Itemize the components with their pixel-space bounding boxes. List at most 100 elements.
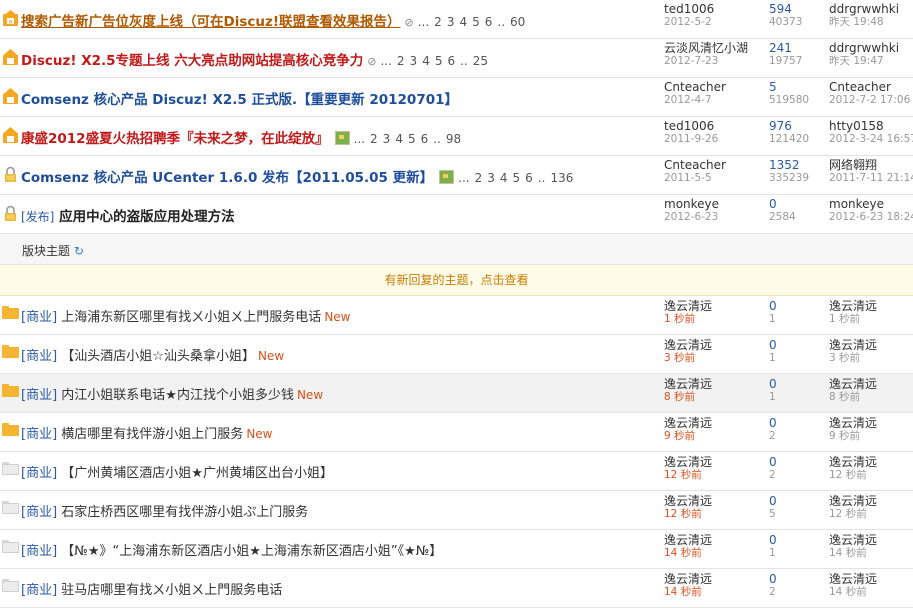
reply-count[interactable]: 594 (769, 3, 802, 16)
last-poster[interactable]: ddrgrwwhki (829, 3, 899, 16)
last-poster[interactable]: 逸云清远 (829, 300, 877, 313)
new-replies-notice[interactable]: 有新回复的主题，点击查看 (0, 265, 913, 296)
page-link[interactable]: 6 (525, 171, 533, 185)
thread-title-link[interactable]: 上海浦东新区哪里有找ㄨ小姐ㄨ上門服务电话 (61, 310, 321, 325)
author-name[interactable]: 云淡风清忆小湖 (664, 42, 748, 55)
thread-type-link[interactable]: [商业] (21, 505, 57, 520)
last-poster[interactable]: 逸云清远 (829, 573, 877, 586)
author-name[interactable]: 逸云清远 (664, 378, 712, 391)
last-post-time[interactable]: 2011-7-11 21:14 (829, 172, 913, 185)
refresh-icon[interactable]: ↻ (74, 244, 84, 258)
last-post-time[interactable]: 9 秒前 (829, 430, 877, 443)
last-poster[interactable]: 逸云清远 (829, 534, 877, 547)
page-link[interactable]: 3 (447, 15, 455, 29)
page-link[interactable]: 4 (500, 171, 508, 185)
last-poster[interactable]: htty0158 (829, 120, 913, 133)
last-poster[interactable]: Cnteacher (829, 81, 910, 94)
thread-title-link[interactable]: 内江小姐联系电话★内江找个小姐多少钱 (61, 388, 294, 403)
reply-count[interactable]: 0 (769, 495, 777, 508)
page-link[interactable]: 2 (397, 54, 405, 68)
page-link[interactable]: 6 (485, 15, 493, 29)
page-link[interactable]: 3 (410, 54, 418, 68)
author-name[interactable]: ted1006 (664, 3, 714, 16)
author-name[interactable]: ted1006 (664, 120, 718, 133)
thread-title-link[interactable]: Comsenz 核心产品 Discuz! X2.5 正式版.【重要更新 2012… (21, 92, 458, 108)
last-post-time[interactable]: 2012-7-2 17:06 (829, 94, 910, 107)
reply-count[interactable]: 0 (769, 534, 777, 547)
last-post-time[interactable]: 12 秒前 (829, 508, 877, 521)
thread-type-link[interactable]: [商业] (21, 349, 57, 364)
last-poster[interactable]: 逸云清远 (829, 417, 877, 430)
thread-title-link[interactable]: 【汕头酒店小姐☆汕头桑拿小姐】 (61, 349, 255, 364)
author-name[interactable]: Cnteacher (664, 159, 726, 172)
reply-count[interactable]: 0 (769, 300, 777, 313)
thread-type-link[interactable]: [商业] (21, 310, 57, 325)
last-poster[interactable]: 网络翱翔 (829, 159, 913, 172)
page-link[interactable]: 4 (459, 15, 467, 29)
thread-type-link[interactable]: [商业] (21, 583, 57, 598)
thread-title-link[interactable]: 【广州黄埔区酒店小姐★广州黄埔区出台小姐】 (61, 466, 333, 481)
thread-type-link[interactable]: [商业] (21, 388, 57, 403)
thread-title-link[interactable]: 石家庄桥西区哪里有找伴游小姐ぷ上门服务 (61, 505, 308, 520)
page-link[interactable]: 3 (487, 171, 495, 185)
last-post-time[interactable]: 3 秒前 (829, 352, 877, 365)
page-link[interactable]: 136 (550, 171, 573, 185)
last-post-time[interactable]: 14 秒前 (829, 547, 877, 560)
last-poster[interactable]: 逸云清远 (829, 378, 877, 391)
author-name[interactable]: 逸云清远 (664, 300, 712, 313)
page-link[interactable]: 3 (383, 132, 391, 146)
reply-count[interactable]: 0 (769, 378, 777, 391)
thread-title-link[interactable]: 搜索广告新广告位灰度上线（可在Discuz!联盟查看效果报告） (21, 14, 401, 30)
page-link[interactable]: 5 (513, 171, 521, 185)
last-post-time[interactable]: 昨天 19:47 (829, 55, 899, 68)
page-link[interactable]: 25 (473, 54, 488, 68)
last-poster[interactable]: 逸云清远 (829, 495, 877, 508)
page-link[interactable]: 98 (446, 132, 461, 146)
page-link[interactable]: 6 (447, 54, 455, 68)
thread-type-link[interactable]: [商业] (21, 427, 57, 442)
last-post-time[interactable]: 2012-3-24 16:57 (829, 133, 913, 146)
thread-title-link[interactable]: Discuz! X2.5专题上线 六大亮点助网站提高核心竞争力 (21, 53, 363, 69)
last-post-time[interactable]: 12 秒前 (829, 469, 877, 482)
page-link[interactable]: 4 (422, 54, 430, 68)
author-name[interactable]: 逸云清远 (664, 573, 712, 586)
page-link[interactable]: 5 (435, 54, 443, 68)
last-poster[interactable]: 逸云清远 (829, 456, 877, 469)
reply-count[interactable]: 0 (769, 198, 796, 211)
reply-count[interactable]: 0 (769, 339, 777, 352)
author-name[interactable]: 逸云清远 (664, 339, 712, 352)
thread-title-link[interactable]: 【№★》“上海浦东新区酒店小姐★上海浦东新区酒店小姐”《★№】 (61, 544, 442, 559)
author-name[interactable]: 逸云清远 (664, 456, 712, 469)
last-poster[interactable]: monkeye (829, 198, 913, 211)
last-post-time[interactable]: 2012-6-23 18:24 (829, 211, 913, 224)
thread-title-link[interactable]: 应用中心的盗版应用处理方法 (59, 209, 235, 225)
page-link[interactable]: 60 (510, 15, 525, 29)
page-link[interactable]: 2 (370, 132, 378, 146)
page-link[interactable]: 4 (395, 132, 403, 146)
page-link[interactable]: 6 (421, 132, 429, 146)
last-poster[interactable]: ddrgrwwhki (829, 42, 899, 55)
last-post-time[interactable]: 8 秒前 (829, 391, 877, 404)
author-name[interactable]: monkeye (664, 198, 719, 211)
reply-count[interactable]: 241 (769, 42, 802, 55)
page-link[interactable]: 2 (434, 15, 442, 29)
author-name[interactable]: 逸云清远 (664, 534, 712, 547)
author-name[interactable]: 逸云清远 (664, 495, 712, 508)
last-poster[interactable]: 逸云清远 (829, 339, 877, 352)
thread-type-link[interactable]: [商业] (21, 544, 57, 559)
last-post-time[interactable]: 1 秒前 (829, 313, 877, 326)
page-link[interactable]: 5 (472, 15, 480, 29)
author-name[interactable]: Cnteacher (664, 81, 726, 94)
reply-count[interactable]: 5 (769, 81, 809, 94)
author-name[interactable]: 逸云清远 (664, 417, 712, 430)
last-post-time[interactable]: 昨天 19:48 (829, 16, 899, 29)
page-link[interactable]: 5 (408, 132, 416, 146)
reply-count[interactable]: 0 (769, 417, 777, 430)
reply-count[interactable]: 0 (769, 573, 777, 586)
thread-title-link[interactable]: 横店哪里有找伴游小姐上门服务 (61, 427, 243, 442)
thread-title-link[interactable]: 驻马店哪里有找ㄨ小姐ㄨ上門服务电话 (61, 583, 282, 598)
reply-count[interactable]: 0 (769, 456, 777, 469)
reply-count[interactable]: 976 (769, 120, 809, 133)
thread-type-link[interactable]: [商业] (21, 466, 57, 481)
thread-title-link[interactable]: Comsenz 核心产品 UCenter 1.6.0 发布【2011.05.05… (21, 170, 433, 186)
